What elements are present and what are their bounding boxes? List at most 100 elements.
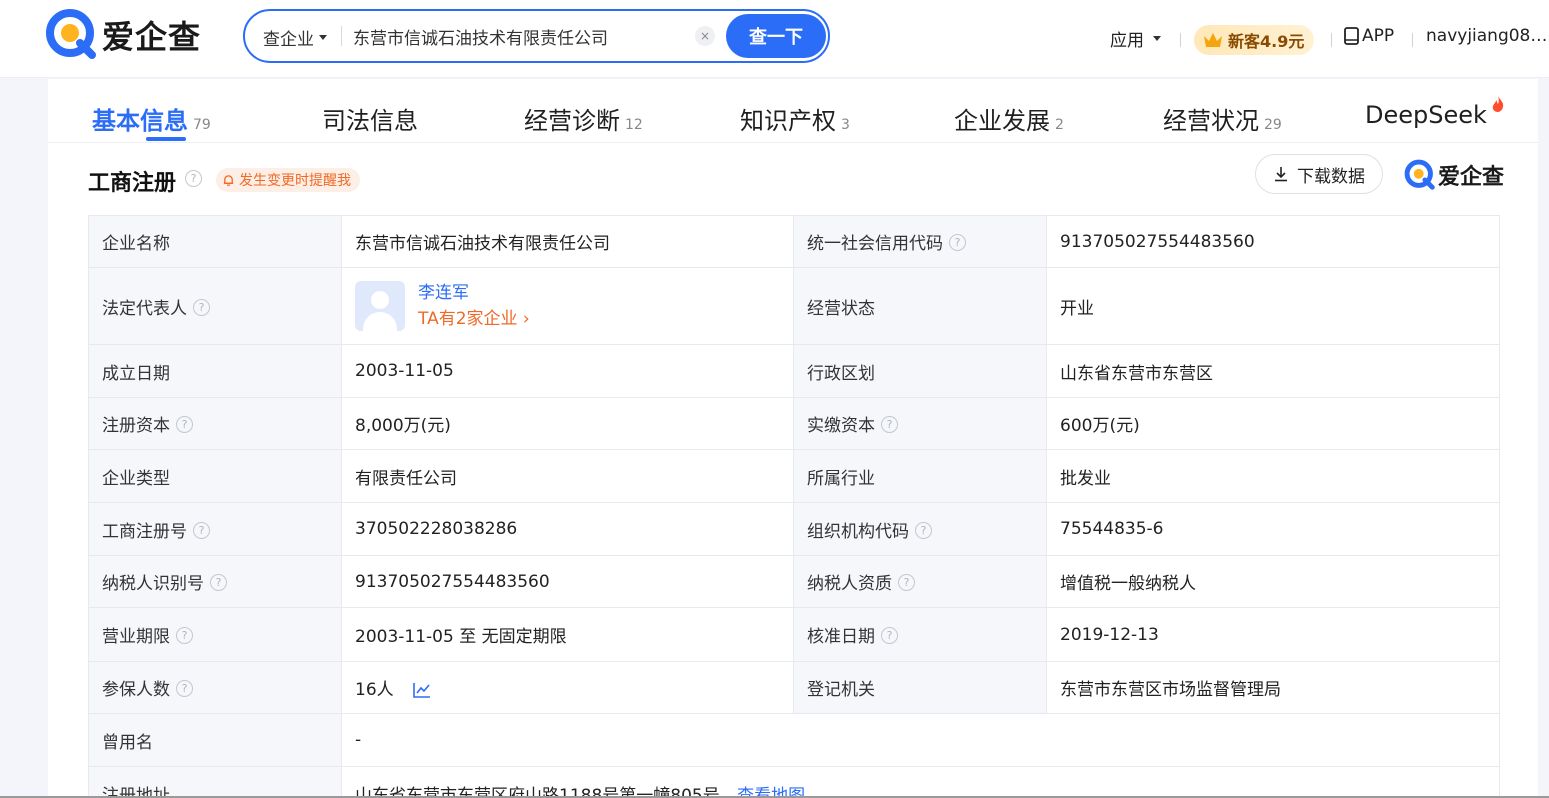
former-name-label: 曾用名 (88, 713, 342, 767)
help-icon[interactable]: ? (193, 521, 210, 539)
table-row: 企业名称 东营市信诚石油技术有限责任公司 统一社会信用代码? 913705027… (88, 215, 1500, 268)
table-row: 注册地址 山东省东营市东营区府山路1188号第一幢805号 查看地图 (88, 766, 1500, 798)
table-row: 企业类型 有限责任公司 所属行业 批发业 (88, 449, 1500, 503)
tab-label: 基本信息 (92, 107, 188, 135)
help-icon[interactable]: ? (881, 627, 898, 644)
help-icon[interactable]: ? (949, 234, 966, 251)
org-code-label-text: 组织机构代码 (807, 521, 909, 542)
divider (1412, 33, 1413, 47)
tab-bar: 基本信息 79 司法信息 经营诊断 12 知识产权 3 企业发展 2 经营状况 29 De… (48, 79, 1538, 143)
crown-icon (1204, 33, 1222, 47)
insured-value: 16人 (355, 680, 394, 700)
fire-icon (1492, 96, 1504, 112)
term-label-text: 营业期限 (102, 627, 170, 647)
help-icon[interactable]: ? (185, 170, 202, 187)
app-download-link[interactable]: APP (1344, 26, 1394, 46)
term-label: 营业期限? (88, 607, 342, 662)
taxpayer-qual-label-text: 纳税人资质 (807, 574, 892, 594)
tab-label: 经营诊断 (524, 107, 620, 135)
chevron-down-icon (319, 35, 327, 40)
address-label: 注册地址 (88, 766, 342, 798)
search-button[interactable]: 查一下 (726, 14, 826, 58)
taxpayer-id-label: 纳税人识别号? (88, 555, 342, 608)
help-icon[interactable]: ? (176, 680, 193, 697)
user-name: navyjiang08… (1426, 26, 1548, 46)
district-label: 行政区划 (793, 344, 1047, 398)
taxpayer-qual-value: 增值税一般纳税人 (1046, 555, 1500, 608)
approval-date-value: 2019-12-13 (1046, 607, 1500, 662)
help-icon[interactable]: ? (881, 416, 898, 433)
tab-business-diagnosis[interactable]: 经营诊断 12 (524, 101, 643, 136)
insured-label-text: 参保人数 (102, 680, 170, 700)
vip-label: 新客4.9元 (1228, 32, 1305, 51)
tab-label: DeepSeek (1365, 101, 1487, 129)
tab-intellectual-property[interactable]: 知识产权 3 (740, 101, 850, 136)
download-label: 下载数据 (1297, 166, 1365, 187)
tab-label: 司法信息 (322, 107, 418, 135)
help-icon[interactable]: ? (193, 298, 210, 316)
legal-rep-name-link[interactable]: 李连军 (418, 280, 530, 306)
company-type-value: 有限责任公司 (341, 449, 794, 503)
table-row: 成立日期 2003-11-05 行政区划 山东省东营市东营区 (88, 344, 1500, 398)
tab-deepseek[interactable]: DeepSeek (1365, 96, 1505, 129)
org-code-value: 75544835-6 (1046, 502, 1500, 556)
credit-code-label-text: 统一社会信用代码 (807, 234, 943, 254)
help-icon[interactable]: ? (210, 574, 227, 591)
founded-label: 成立日期 (88, 344, 342, 398)
district-value: 山东省东营市东营区 (1046, 344, 1500, 398)
download-data-button[interactable]: 下载数据 (1255, 154, 1383, 194)
user-menu[interactable]: navyjiang08… (1426, 26, 1547, 46)
tab-count: 3 (841, 117, 850, 133)
tab-label: 经营状况 (1163, 107, 1259, 135)
tab-count: 12 (625, 117, 643, 133)
reg-no-label: 工商注册号? (88, 502, 342, 556)
legal-rep-label-text: 法定代表人 (102, 298, 187, 319)
tab-development[interactable]: 企业发展 2 (954, 101, 1064, 136)
insured-cell: 16人 (341, 661, 794, 714)
main-card: 基本信息 79 司法信息 经营诊断 12 知识产权 3 企业发展 2 经营状况 29 De… (48, 79, 1538, 798)
company-name-label: 企业名称 (88, 215, 342, 268)
address-cell: 山东省东营市东营区府山路1188号第一幢805号 查看地图 (341, 766, 1500, 798)
help-icon[interactable]: ? (176, 627, 193, 644)
table-row: 营业期限? 2003-11-05 至 无固定期限 核准日期? 2019-12-1… (88, 607, 1500, 662)
tab-label: 知识产权 (740, 107, 836, 135)
tab-basic-info[interactable]: 基本信息 79 (92, 101, 211, 136)
search-bar: 查企业 × 查一下 (243, 9, 830, 63)
help-icon[interactable]: ? (176, 416, 193, 433)
help-icon[interactable]: ? (915, 521, 932, 539)
help-icon[interactable]: ? (898, 574, 915, 591)
legal-rep-companies-link[interactable]: TA有2家企业 › (418, 306, 530, 332)
top-bar: 爱企查 查企业 × 查一下 应用 新客4.9元 APP navyjiang08… (0, 0, 1549, 78)
app-link-label: APP (1362, 26, 1395, 46)
industry-label: 所属行业 (793, 449, 1047, 503)
clear-icon[interactable]: × (695, 26, 715, 46)
table-row: 工商注册号? 370502228038286 组织机构代码? 75544835-… (88, 502, 1500, 556)
vip-promo-badge[interactable]: 新客4.9元 (1194, 25, 1315, 55)
approval-date-label-text: 核准日期 (807, 627, 875, 647)
tab-judicial-info[interactable]: 司法信息 (322, 101, 418, 136)
term-value: 2003-11-05 至 无固定期限 (341, 607, 794, 662)
search-type-select[interactable]: 查企业 (263, 25, 327, 50)
avatar[interactable] (355, 281, 405, 331)
table-row: 注册资本? 8,000万(元) 实缴资本? 600万(元) (88, 397, 1500, 450)
authority-value: 东营市东营区市场监督管理局 (1046, 661, 1500, 714)
app-menu-label: 应用 (1110, 31, 1144, 51)
change-remind-button[interactable]: 发生变更时提醒我 (216, 168, 360, 192)
registration-table: 企业名称 东营市信诚石油技术有限责任公司 统一社会信用代码? 913705027… (88, 215, 1500, 798)
app-menu[interactable]: 应用 (1110, 26, 1161, 51)
trend-chart-icon[interactable] (413, 682, 431, 698)
search-type-label: 查企业 (263, 30, 314, 50)
org-code-label: 组织机构代码? (793, 502, 1047, 556)
legal-rep-cell: 李连军 TA有2家企业 › (341, 267, 794, 345)
industry-value: 批发业 (1046, 449, 1500, 503)
tab-label: 企业发展 (954, 107, 1050, 135)
tab-operating-status[interactable]: 经营状况 29 (1163, 101, 1282, 136)
logo[interactable]: 爱企查 (46, 9, 201, 60)
chevron-down-icon (1153, 36, 1161, 41)
reg-capital-label: 注册资本? (88, 397, 342, 450)
taxpayer-id-label-text: 纳税人识别号 (102, 574, 204, 594)
approval-date-label: 核准日期? (793, 607, 1047, 662)
search-input[interactable] (353, 22, 683, 50)
company-type-label: 企业类型 (88, 449, 342, 503)
phone-icon (1344, 27, 1359, 45)
